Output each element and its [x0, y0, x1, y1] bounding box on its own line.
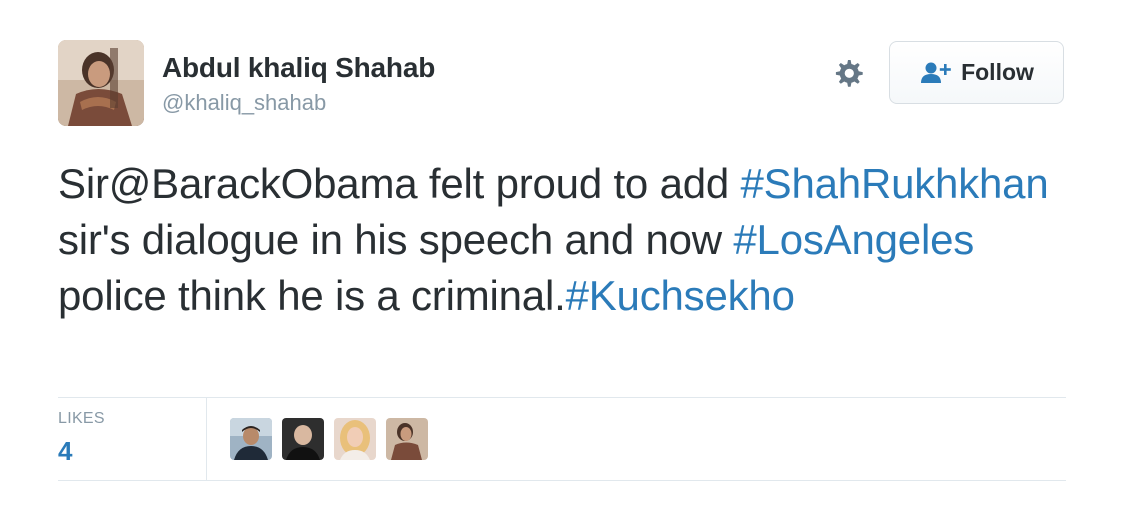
liker-avatar-3[interactable] [334, 418, 376, 460]
hashtag-link[interactable]: #Kuchsekho [566, 272, 795, 319]
liker-avatar-2[interactable] [282, 418, 324, 460]
liker-avatar-1[interactable] [230, 418, 272, 460]
stats-divider-bottom [58, 480, 1066, 481]
follow-button-label: Follow [961, 59, 1034, 85]
author-avatar[interactable] [58, 40, 144, 126]
follow-button[interactable]: Follow [889, 41, 1064, 104]
stats-divider-top [58, 397, 1066, 398]
tweet-text: Sir@BarackObama felt proud to add #ShahR… [58, 156, 1078, 324]
author-screen-name[interactable]: @khaliq_shahab [162, 90, 326, 116]
likes-label[interactable]: LIKES [58, 410, 105, 428]
liker-avatars [230, 418, 428, 460]
gear-icon[interactable] [830, 55, 866, 91]
user-avatar-photo-icon [58, 40, 144, 126]
add-person-icon [921, 62, 951, 83]
tweet-text-segment: sir's dialogue in his speech and now [58, 216, 734, 263]
stats-divider-vertical [206, 397, 207, 480]
likes-count[interactable]: 4 [58, 436, 72, 467]
tweet-text-segment: police think he is a criminal. [58, 272, 566, 319]
tweet-text-segment: Sir@BarackObama felt proud to add [58, 160, 741, 207]
liker-avatar-4[interactable] [386, 418, 428, 460]
hashtag-link[interactable]: #LosAngeles [733, 216, 974, 263]
hashtag-link[interactable]: #ShahRukhkhan [741, 160, 1049, 207]
author-display-name[interactable]: Abdul khaliq Shahab [162, 52, 435, 84]
